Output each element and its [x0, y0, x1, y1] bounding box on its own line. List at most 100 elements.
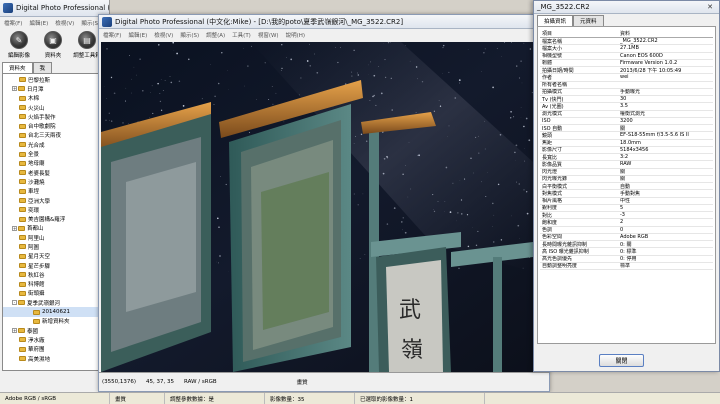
- expander-icon[interactable]: +: [12, 328, 17, 334]
- table-row[interactable]: 檔案大小 27.1MB: [540, 45, 713, 53]
- table-row[interactable]: 影像品質 RAW: [540, 161, 713, 169]
- table-row[interactable]: 白平衡模式 自動: [540, 183, 713, 191]
- menu-file[interactable]: 檔案(F): [103, 31, 121, 39]
- table-row[interactable]: ISO 3200: [540, 118, 713, 125]
- tree-item[interactable]: 火焰手製作: [3, 112, 106, 121]
- tree-item[interactable]: 台中歌劇院: [3, 121, 106, 130]
- table-row[interactable]: 韌體 Firmware Version 1.0.2: [540, 60, 713, 67]
- table-row[interactable]: 自動調整明亮度 標準: [540, 263, 713, 270]
- tree-item[interactable]: 阿圖: [3, 242, 106, 251]
- star: [518, 183, 520, 185]
- tree-item[interactable]: - 夏季武嶺銀河: [3, 298, 106, 307]
- expander-icon[interactable]: +: [12, 86, 17, 92]
- table-row[interactable]: 檔案名稱 _MG_3522.CR2: [540, 38, 713, 46]
- table-row[interactable]: 長寬比 3:2: [540, 154, 713, 162]
- menu-view[interactable]: 檢視(V): [154, 31, 173, 39]
- table-row[interactable]: 拍攝日期/時間 2013/6/28 下午 10:05:49: [540, 67, 713, 75]
- menu-tools[interactable]: 工具(T): [232, 31, 251, 39]
- tree-item[interactable]: 巴黎拉斯: [3, 75, 106, 84]
- photo-viewer[interactable]: 武 嶺: [101, 42, 533, 372]
- star: [170, 81, 173, 84]
- close-button[interactable]: 關閉: [599, 354, 644, 367]
- info-window-titlebar[interactable]: _MG_3522.CR2 ✕: [534, 1, 719, 14]
- table-row[interactable]: 閃光曝光錄 關: [540, 176, 713, 183]
- table-row[interactable]: 對比 -3: [540, 212, 713, 220]
- menu-file[interactable]: 檔案(F): [4, 19, 22, 27]
- tree-item[interactable]: 阿里山: [3, 233, 106, 242]
- tree-item[interactable]: 新增資料夾: [3, 317, 106, 326]
- table-row[interactable]: 影像尺寸 5184x3456: [540, 147, 713, 154]
- star: [520, 107, 522, 108]
- edit-image-button[interactable]: ✎ 編輯影像: [4, 31, 34, 59]
- folder-button[interactable]: ▣ 資料夾: [38, 31, 68, 59]
- table-row[interactable]: 色彩空間 Adobe RGB: [540, 234, 713, 241]
- tree-item[interactable]: 光合成: [3, 140, 106, 149]
- menu-view[interactable]: 檢視(V): [55, 19, 74, 27]
- tree-item[interactable]: 奕環: [3, 205, 106, 214]
- back-window-titlebar[interactable]: Digital Photo Professional (中文化:Mike): [0, 0, 109, 17]
- menu-adjust[interactable]: 調整(A): [206, 31, 225, 39]
- star: [500, 239, 503, 241]
- tab-shooting-info[interactable]: 拍攝資訊: [537, 15, 574, 26]
- tab-folder[interactable]: 資料夾: [2, 62, 33, 73]
- tree-item[interactable]: 台北三天兩夜: [3, 131, 106, 140]
- expander-icon[interactable]: +: [12, 225, 17, 231]
- tree-item[interactable]: + 日月潭: [3, 84, 106, 93]
- table-row[interactable]: 焦距 18.0mm: [540, 140, 713, 147]
- tree-item[interactable]: 火災山: [3, 103, 106, 112]
- table-row[interactable]: 相片風格 中性: [540, 198, 713, 205]
- tab-favorites[interactable]: 我: [32, 62, 53, 73]
- tree-item[interactable]: 亞洲大學: [3, 196, 106, 205]
- tree-item[interactable]: 地母廟: [3, 159, 106, 168]
- menu-window[interactable]: 視窗(W): [258, 31, 279, 39]
- tree-item[interactable]: 高美濕地: [3, 354, 106, 363]
- star: [219, 255, 221, 257]
- table-row[interactable]: 高光色調優先 0: 停用: [540, 256, 713, 263]
- menu-help[interactable]: 說明(H): [286, 31, 305, 39]
- table-row[interactable]: 飽和度 2: [540, 219, 713, 227]
- table-row[interactable]: 相機型號 Canon EOS 600D: [540, 53, 713, 60]
- star: [390, 77, 392, 79]
- star: [408, 142, 410, 143]
- tree-item[interactable]: 老婆長髮: [3, 168, 106, 177]
- tab-metadata[interactable]: 元資料: [573, 15, 604, 26]
- tree-item[interactable]: 淨水廠: [3, 335, 106, 344]
- close-icon[interactable]: ✕: [703, 2, 717, 13]
- tree-item[interactable]: + 首都山: [3, 224, 106, 233]
- table-row[interactable]: 所有者名稱: [540, 82, 713, 89]
- table-row[interactable]: 測光模式 權衡式測光: [540, 111, 713, 118]
- star: [447, 136, 448, 138]
- table-row[interactable]: 色調 0: [540, 227, 713, 234]
- tree-item[interactable]: 街頭攝: [3, 289, 106, 298]
- col-item: 項目: [542, 30, 553, 37]
- tree-item[interactable]: 華府團: [3, 345, 106, 354]
- tree-item[interactable]: 秋紅谷: [3, 270, 106, 279]
- tree-item[interactable]: 沙灘燒: [3, 177, 106, 186]
- table-row[interactable]: 對焦模式 手動對焦: [540, 190, 713, 198]
- menu-edit[interactable]: 編輯(E): [128, 31, 147, 39]
- table-row[interactable]: 作者 wei: [540, 74, 713, 82]
- tree-item[interactable]: 星芒步驟: [3, 261, 106, 270]
- main-window-titlebar[interactable]: Digital Photo Professional (中文化:Mike) - …: [99, 15, 549, 29]
- menu-edit[interactable]: 編輯(E): [29, 19, 48, 27]
- expander-icon[interactable]: -: [12, 300, 17, 306]
- menu-display[interactable]: 顯示(S): [180, 31, 199, 39]
- table-row[interactable]: 鏡頭 EF-S18-55mm f/3.5-5.6 IS II: [540, 132, 713, 140]
- tree-item[interactable]: 20140621: [3, 307, 106, 317]
- tree-item[interactable]: + 泰國: [3, 326, 106, 335]
- tree-item[interactable]: 美吉園構&羅浮: [3, 214, 106, 223]
- tree-item[interactable]: 木棉: [3, 94, 106, 103]
- tree-item[interactable]: 全景: [3, 149, 106, 158]
- table-row[interactable]: 閃光燈 關: [540, 169, 713, 176]
- info-tabs: 拍攝資訊 元資料: [537, 15, 716, 26]
- table-row[interactable]: 長時間曝光雜訊抑制 0: 關: [540, 241, 713, 249]
- tree-item[interactable]: 車埕: [3, 187, 106, 196]
- table-row[interactable]: 銳利度 5: [540, 205, 713, 212]
- table-row[interactable]: 拍攝模式 手動曝光: [540, 89, 713, 96]
- table-row[interactable]: 高 ISO 曝光雜訊抑制 0: 標準: [540, 248, 713, 256]
- table-row[interactable]: ISO 自動 關: [540, 125, 713, 133]
- tree-item[interactable]: 科博館: [3, 280, 106, 289]
- tree-item[interactable]: 星月天空: [3, 252, 106, 261]
- table-row[interactable]: Tv (快門) 30: [540, 96, 713, 104]
- table-row[interactable]: Av (光圈) 3.5: [540, 103, 713, 111]
